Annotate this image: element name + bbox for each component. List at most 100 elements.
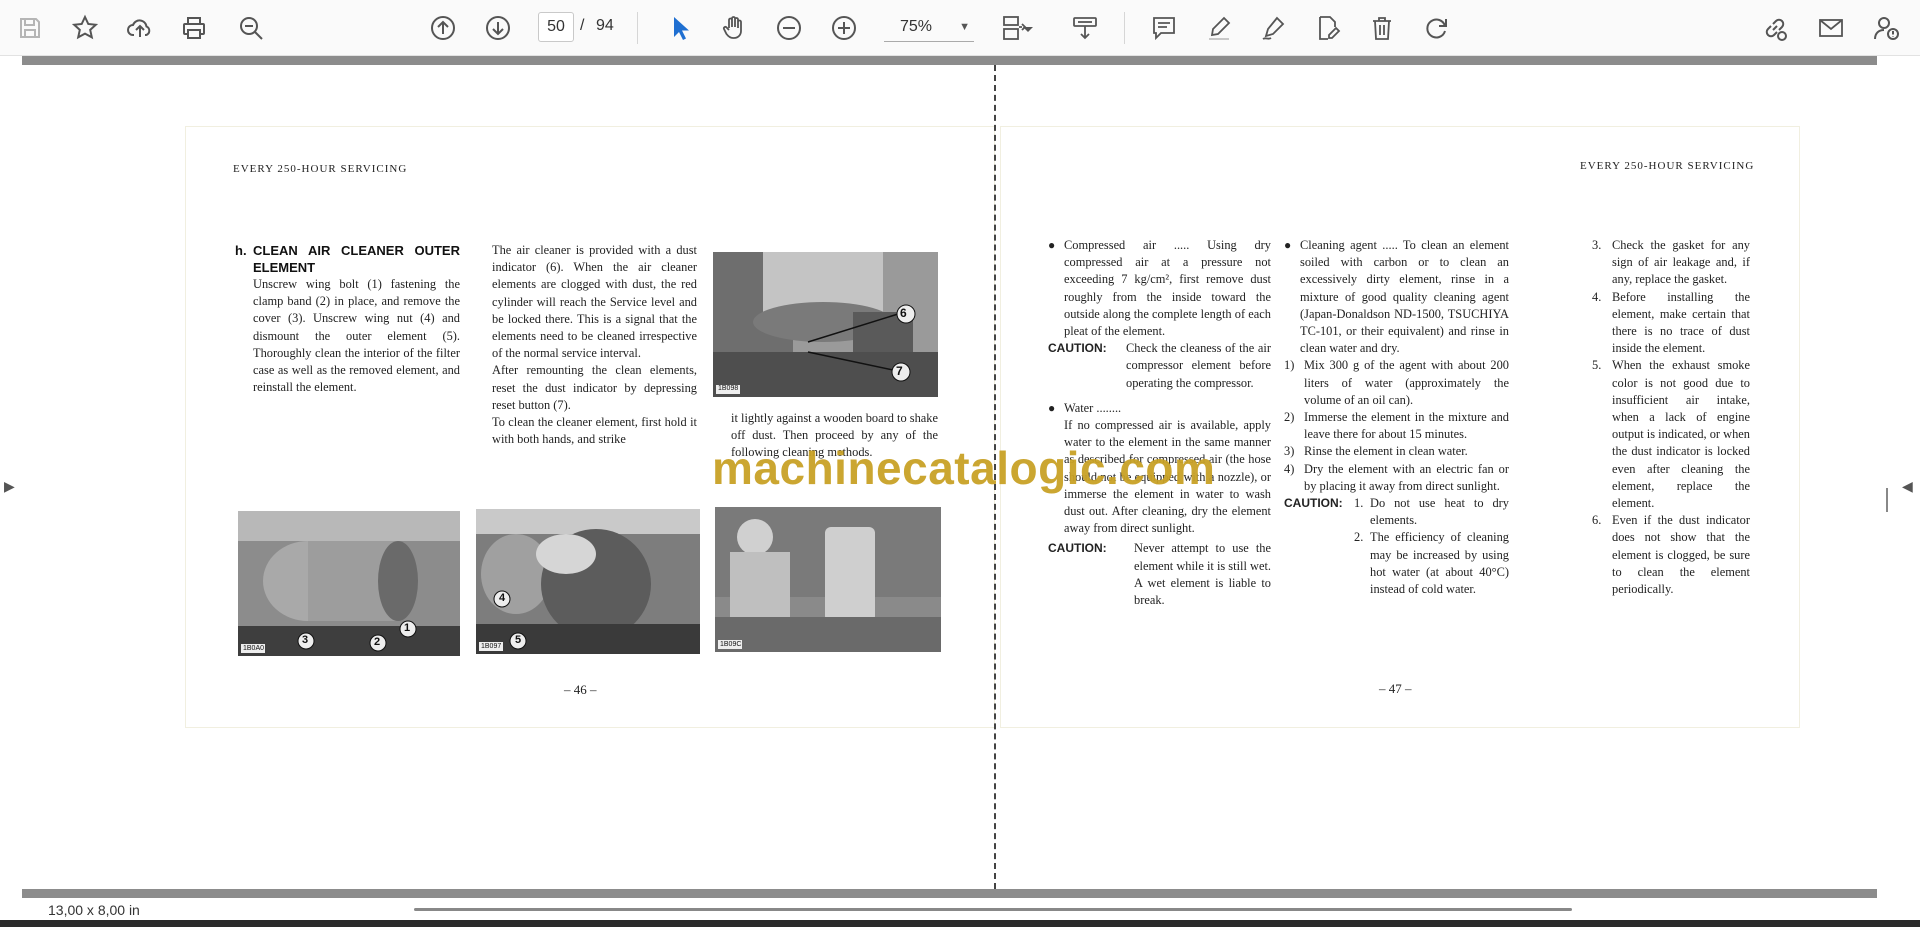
zoom-level-select[interactable]: 75% ▼ — [884, 12, 974, 42]
page-number-input[interactable]: 50 — [538, 12, 574, 42]
paragraph: Unscrew wing bolt (1) fastening the clam… — [253, 277, 460, 395]
bullet-title: Water ........ — [1064, 400, 1122, 415]
page-header-right: EVERY 250-HOUR SERVICING — [1580, 160, 1755, 172]
bullet-text: Compressed air ..... Using dry compresse… — [1064, 238, 1271, 339]
callout-label: 2 — [374, 636, 381, 648]
zoom-level-value: 75% — [900, 18, 933, 35]
email-icon[interactable] — [1813, 10, 1849, 46]
right-panel-toggle-icon[interactable]: ◀ — [1902, 478, 1913, 495]
section-label: h. — [235, 243, 247, 258]
comment-icon[interactable] — [1146, 10, 1182, 46]
page-header-left: EVERY 250-HOUR SERVICING — [233, 163, 408, 175]
list-number: 4) — [1284, 461, 1295, 476]
photo-code: 1B0A0 — [243, 645, 265, 652]
redo-icon[interactable] — [1419, 10, 1455, 46]
photo-code: 1B09C — [720, 641, 742, 648]
toolbar-divider — [637, 12, 638, 44]
chevron-down-icon: ▼ — [959, 21, 970, 33]
list-number: 6. — [1592, 513, 1602, 528]
left-column-2: The air cleaner is provided with a dust … — [492, 242, 697, 448]
list-item: 3) Rinse the element in clean water. — [1284, 443, 1509, 460]
right-panel-resize-handle[interactable] — [1886, 488, 1888, 512]
list-text: Mix 300 g of the agent with about 200 li… — [1304, 358, 1509, 407]
download-tray-icon[interactable] — [1067, 10, 1103, 46]
list-text: Do not use heat to dry elements. — [1370, 496, 1509, 528]
bullet-item: ● Cleaning agent ..... To clean an eleme… — [1284, 237, 1509, 357]
list-item: 1) Mix 300 g of the agent with about 200… — [1284, 357, 1509, 409]
list-text: When the exhaust smoke color is not good… — [1612, 358, 1750, 511]
caution-label: CAUTION: — [1048, 341, 1107, 356]
right-column-3: 3. Check the gasket for any sign of air … — [1592, 237, 1750, 598]
hand-tool-icon[interactable] — [716, 10, 752, 46]
list-item: 4. Before installing the element, make c… — [1592, 289, 1750, 358]
list-number: 2. — [1354, 530, 1364, 545]
caution-text: Check the cleaness of the air compressor… — [1126, 341, 1271, 390]
left-panel-toggle-icon[interactable]: ▶ — [4, 478, 15, 495]
caution-note: CAUTION: Check the cleaness of the air c… — [1048, 340, 1271, 392]
caution-label: CAUTION: — [1048, 541, 1107, 556]
page-separator: / — [580, 17, 585, 34]
paragraph: To clean the cleaner element, first hold… — [492, 415, 697, 447]
right-column-1: ● Compressed air ..... Using dry compres… — [1048, 237, 1271, 609]
zoom-in-icon[interactable] — [826, 10, 862, 46]
paragraph: After remounting the clean elements, res… — [492, 363, 697, 412]
bullet-icon: ● — [1048, 238, 1056, 252]
bullet-text: Cleaning agent ..... To clean an element… — [1300, 238, 1509, 356]
edit-document-icon[interactable] — [1310, 10, 1346, 46]
callout-label: 4 — [499, 592, 506, 604]
list-text: Even if the dust indicator does not show… — [1612, 513, 1750, 597]
toolbar: 50 / 94 75% ▼ — [0, 0, 1920, 56]
list-number: 1) — [1284, 358, 1295, 373]
list-text: Rinse the element in clean water. — [1304, 444, 1468, 459]
window-bottom-edge — [0, 920, 1920, 927]
zoom-out-icon[interactable] — [771, 10, 807, 46]
previous-page-icon[interactable] — [425, 10, 461, 46]
caution-text: Never attempt to use the element while i… — [1134, 541, 1271, 608]
bullet-icon: ● — [1284, 238, 1292, 252]
list-text: The efficiency of cleaning may be increa… — [1370, 530, 1509, 597]
share-link-icon[interactable] — [1757, 10, 1793, 46]
trash-icon[interactable] — [1364, 10, 1400, 46]
list-number: 5. — [1592, 358, 1602, 373]
photo-code: 1B098 — [718, 385, 739, 392]
next-page-icon[interactable] — [480, 10, 516, 46]
photo-dust-indicator — [713, 252, 938, 397]
photo-air-cleaner-cover — [238, 511, 460, 656]
bullet-item: ● Water ........ — [1048, 400, 1271, 417]
highlight-pen-icon[interactable] — [1201, 10, 1237, 46]
print-icon[interactable] — [176, 10, 212, 46]
section-heading: h. CLEAN AIR CLEANER OUTER ELEMENT — [235, 242, 460, 276]
list-text: Immerse the element in the mixture and l… — [1304, 410, 1509, 442]
horizontal-scrollbar[interactable] — [414, 908, 1572, 911]
page-size-readout: 13,00 x 8,00 in — [48, 902, 140, 918]
photo-outer-element — [476, 509, 700, 654]
select-cursor-icon[interactable] — [662, 10, 698, 46]
list-text: Check the gasket for any sign of air lea… — [1612, 238, 1750, 287]
list-number: 2) — [1284, 410, 1295, 425]
account-icon[interactable] — [1868, 10, 1904, 46]
document-top-border — [22, 56, 1877, 65]
draw-pen-icon[interactable] — [1255, 10, 1291, 46]
save-icon[interactable] — [12, 10, 48, 46]
document-bottom-border — [22, 889, 1877, 898]
section-title: CLEAN AIR CLEANER OUTER ELEMENT — [253, 243, 460, 275]
page-fit-dropdown-icon[interactable] — [1018, 10, 1038, 46]
list-number: 4. — [1592, 289, 1602, 304]
bookmark-star-icon[interactable] — [67, 10, 103, 46]
watermark: machinecatalogic.com — [712, 442, 1216, 494]
bullet-item: ● Compressed air ..... Using dry compres… — [1048, 237, 1271, 340]
toolbar-divider — [1124, 12, 1125, 44]
callout-label: 7 — [896, 364, 903, 378]
page-number-right: – 47 – — [1379, 681, 1412, 696]
zoom-search-icon[interactable] — [233, 10, 269, 46]
list-text: Before installing the element, make cert… — [1612, 289, 1750, 356]
callout-label: 1 — [404, 622, 411, 634]
page-number-left: – 46 – — [564, 682, 597, 697]
upload-cloud-icon[interactable] — [122, 10, 158, 46]
list-item: 1. Do not use heat to dry elements. — [1354, 495, 1509, 529]
caution-note: CAUTION: Never attempt to use the elemen… — [1048, 540, 1271, 609]
caution-list: 1. Do not use heat to dry elements. 2. T… — [1354, 495, 1509, 598]
list-number: 3) — [1284, 444, 1295, 459]
list-number: 1. — [1354, 496, 1364, 511]
photo-code: 1B097 — [481, 643, 502, 650]
